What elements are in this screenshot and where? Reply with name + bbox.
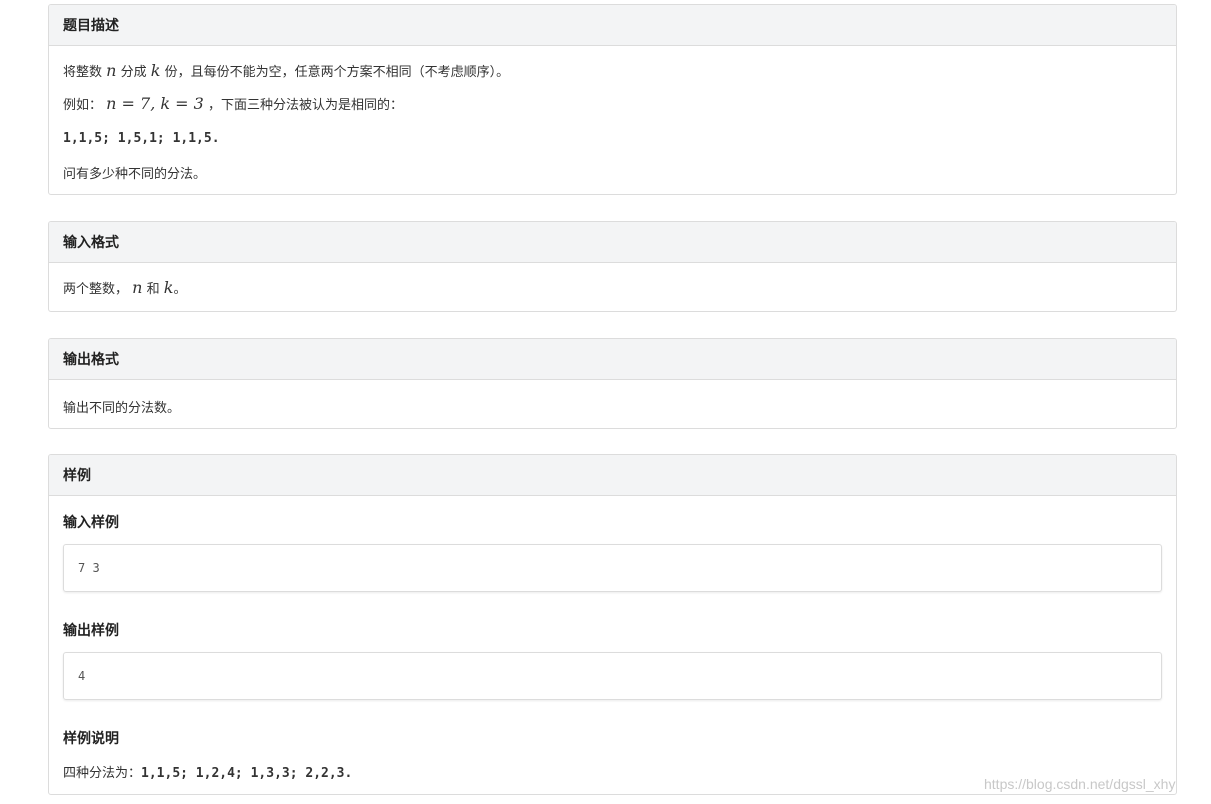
sample-explain-value: 1,1,5; 1,2,4; 1,3,3; 2,2,3. [141,766,353,781]
var-k: k [163,278,174,297]
sample-input-value: 7 3 [78,561,100,575]
sample-output-box[interactable]: 4 [63,652,1162,700]
var-n: n [106,61,117,80]
input-format-text: 两个整数， n 和 k。 [63,278,186,297]
input-format-b: 和 [146,282,160,297]
example-suffix: ，下面三种分法被认为是相同的： [207,98,403,113]
sample-explain-prefix: 四种分法为： [63,766,142,781]
sample-output-label: 输出样例 [63,623,119,639]
output-format-text: 输出不同的分法数。 [63,401,181,416]
input-format-c: 。 [173,282,187,297]
desc-text-a: 将整数 [63,65,103,80]
input-format-card: 输入格式 两个整数， n 和 k。 [48,221,1177,312]
description-title: 题目描述 [49,5,1176,46]
watermark: https://blog.csdn.net/dgssl_xhy [984,776,1176,792]
example-prefix: 例如： [63,98,103,113]
description-line-2: 例如： n = 7, k = 3 ，下面三种分法被认为是相同的： [63,94,403,113]
example-math: n = 7, k = 3 [106,94,204,113]
input-format-title: 输入格式 [49,222,1176,263]
sample-input-label: 输入样例 [63,515,119,531]
sample-explain-text: 四种分法为：1,1,5; 1,2,4; 1,3,3; 2,2,3. [63,762,352,781]
description-line-3: 1,1,5; 1,5,1; 1,1,5. [63,131,220,146]
input-format-a: 两个整数， [63,282,129,297]
sample-output-value: 4 [78,669,86,683]
sample-card: 样例 输入样例 7 3 输出样例 4 样例说明 四种分法为：1,1,5; 1,2… [48,454,1177,795]
desc-text-c: 份，且每份不能为空，任意两个方案不相同（不考虑顺序）。 [164,65,510,80]
sample-title: 样例 [49,455,1176,496]
var-k: k [150,61,161,80]
output-format-title: 输出格式 [49,339,1176,380]
description-line-1: 将整数 n 分成 k 份，且每份不能为空，任意两个方案不相同（不考虑顺序）。 [63,61,509,80]
desc-text-b: 分成 [120,65,147,80]
description-line-4: 问有多少种不同的分法。 [63,167,207,182]
sample-explain-label: 样例说明 [63,731,119,747]
description-card: 题目描述 将整数 n 分成 k 份，且每份不能为空，任意两个方案不相同（不考虑顺… [48,4,1177,195]
var-n: n [132,278,143,297]
output-format-card: 输出格式 输出不同的分法数。 [48,338,1177,429]
sample-input-box[interactable]: 7 3 [63,544,1162,592]
